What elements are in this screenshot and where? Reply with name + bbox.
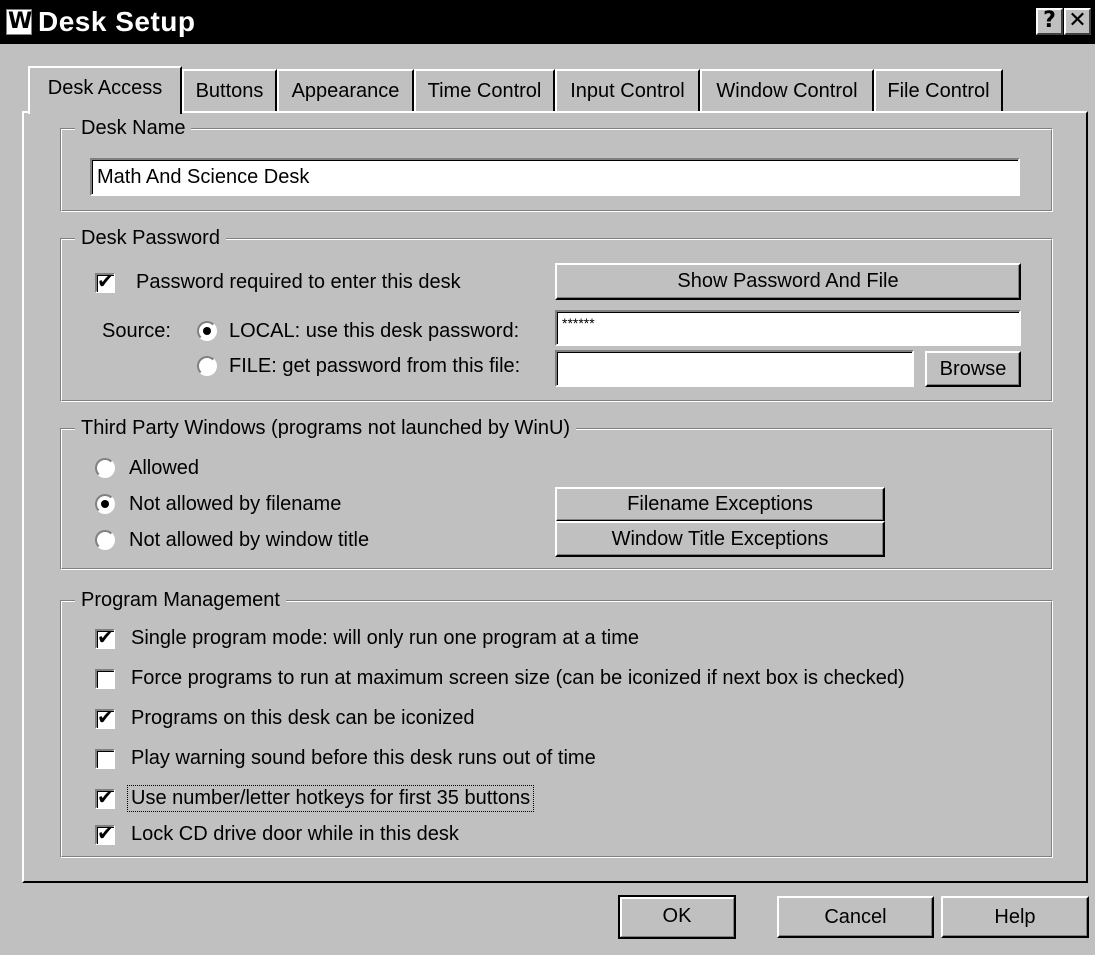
lock-cd-drive-checkbox[interactable]: ✔ [95,821,115,845]
show-password-and-file-button[interactable]: Show Password And File [555,263,1021,300]
lock-cd-drive-label: Lock CD drive door while in this desk [131,823,459,845]
local-label: LOCAL: use this desk password: [229,320,520,342]
password-required-checkbox[interactable]: ✔ [95,269,115,293]
close-icon[interactable]: ✕ [1064,8,1091,35]
password-required-label: Password required to enter this desk [136,271,461,293]
app-icon[interactable]: W [6,9,32,35]
single-program-mode-label: Single program mode: will only run one p… [131,627,640,649]
not-allowed-by-window-title-label: Not allowed by window title [129,529,370,551]
allowed-radio[interactable] [95,458,115,478]
hotkeys-checkbox[interactable]: ✔ [95,785,115,809]
help-button[interactable]: Help [941,896,1089,938]
window-title: Desk Setup [38,6,196,37]
tab-window-control[interactable]: Window Control [700,69,874,111]
not-allowed-by-window-title-radio[interactable] [95,530,115,550]
warning-sound-checkbox[interactable] [95,749,115,769]
local-radio[interactable] [197,321,217,341]
hotkeys-label: Use number/letter hotkeys for first 35 b… [126,785,535,812]
desk-name-legend: Desk Name [75,117,192,140]
filename-exceptions-button[interactable]: Filename Exceptions [555,487,885,522]
program-management-legend: Program Management [75,589,286,612]
help-icon[interactable]: ? [1036,8,1063,35]
ok-button[interactable]: OK [618,895,736,939]
tab-time-control[interactable]: Time Control [414,69,555,111]
third-party-windows-legend: Third Party Windows (programs not launch… [75,417,577,440]
force-maximum-screen-label: Force programs to run at maximum screen … [131,667,905,689]
cancel-button[interactable]: Cancel [777,896,934,938]
tab-desk-access[interactable]: Desk Access [28,66,182,114]
allowed-label: Allowed [129,457,200,479]
tab-buttons[interactable]: Buttons [182,69,277,111]
desk-password-legend: Desk Password [75,227,226,250]
can-be-iconized-checkbox[interactable]: ✔ [95,705,115,729]
not-allowed-by-filename-label: Not allowed by filename [129,493,342,515]
window-title-exceptions-button[interactable]: Window Title Exceptions [555,521,885,557]
force-maximum-screen-checkbox[interactable] [95,669,115,689]
warning-sound-label: Play warning sound before this desk runs… [131,747,596,769]
local-password-input[interactable]: ****** [555,310,1021,346]
file-label: FILE: get password from this file: [229,355,521,377]
app-icon-letter: W [8,9,33,34]
can-be-iconized-label: Programs on this desk can be iconized [131,707,475,729]
file-radio[interactable] [197,356,217,376]
not-allowed-by-filename-radio[interactable] [95,494,115,514]
browse-button[interactable]: Browse [925,351,1021,387]
desk-name-input[interactable]: Math And Science Desk [90,158,1020,196]
tab-appearance[interactable]: Appearance [277,69,414,111]
tab-file-control[interactable]: File Control [874,69,1003,111]
single-program-mode-checkbox[interactable]: ✔ [95,625,115,649]
tab-input-control[interactable]: Input Control [555,69,700,111]
password-file-input[interactable] [555,350,914,387]
source-label: Source: [102,320,171,342]
